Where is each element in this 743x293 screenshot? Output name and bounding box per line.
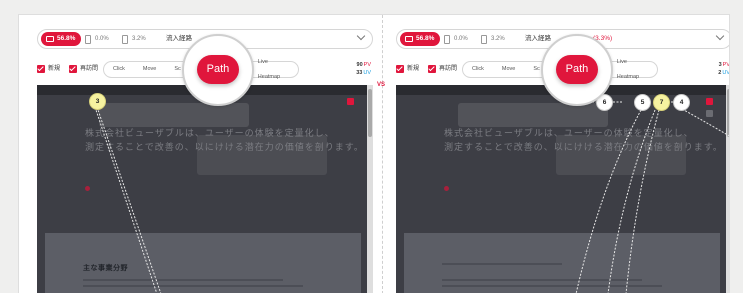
pv-unit: PV	[722, 62, 730, 68]
device-filter-tablet[interactable]: 0.0%	[85, 33, 109, 45]
tablet-share: 0.0%	[454, 36, 468, 42]
scrollbar[interactable]	[367, 85, 373, 293]
expand-button[interactable]	[347, 98, 354, 105]
desktop-icon	[405, 36, 413, 42]
path-node[interactable]: 5	[634, 94, 651, 111]
pv-count: 3	[718, 62, 722, 68]
left-panel: 56.8% 0.0% 3.2% 流入経路 新規 再訪問 Click Move S…	[37, 15, 373, 293]
scrollbar[interactable]	[726, 85, 729, 293]
pv-count: 90	[356, 62, 363, 68]
checkbox-new[interactable]	[396, 65, 404, 73]
page-screenshot: 株式会社ビューザブルは、ユーザーの体験を定量化し、 測定することで改善の、以にけ…	[37, 85, 367, 293]
background-blur	[99, 103, 249, 127]
hero-line-2: 測定することで改善の、以にけける潜在力の価値を剖ります。	[85, 142, 364, 152]
desktop-icon	[46, 36, 54, 42]
right-stats: 3PV 2UV	[718, 61, 730, 77]
business-section	[404, 233, 720, 293]
checkbox-returning-label: 再訪問	[439, 66, 458, 72]
text-line	[83, 285, 303, 287]
mobile-icon	[122, 34, 128, 44]
source-select[interactable]: 流入経路	[166, 33, 192, 45]
hero-line-1: 株式会社ビューザブルは、ユーザーの体験を定量化し、	[85, 128, 335, 138]
checkbox-returning[interactable]	[428, 65, 436, 73]
right-panel: 56.8% 0.0% 3.2% 流入経路 (3.3%) 新規 再訪問 Click…	[396, 15, 730, 293]
path-node[interactable]: 3	[89, 93, 106, 110]
checkbox-new[interactable]	[37, 65, 45, 73]
desktop-share: 56.8%	[416, 35, 435, 42]
indicator-dot	[85, 186, 90, 191]
path-node[interactable]: 7	[653, 94, 670, 111]
mobile-icon	[481, 34, 487, 44]
path-node[interactable]: 4	[673, 94, 690, 111]
section-heading: 主な事業分野	[83, 265, 128, 272]
expand-button[interactable]	[706, 98, 713, 105]
uv-count: 2	[718, 70, 722, 76]
tab-move[interactable]: Move	[493, 62, 524, 77]
path-mode-button[interactable]: Path	[182, 34, 254, 106]
chevron-down-icon[interactable]	[715, 31, 725, 41]
checkbox-returning-label: 再訪問	[80, 66, 99, 72]
uv-unit: UV	[722, 70, 730, 76]
menu-button[interactable]	[706, 110, 713, 117]
checkbox-new-label: 新規	[48, 66, 61, 72]
checkbox-returning[interactable]	[69, 65, 77, 73]
checkbox-new-label: 新規	[407, 66, 420, 72]
path-mode-button[interactable]: Path	[541, 34, 613, 106]
uv-count: 33	[356, 70, 363, 76]
path-button-label: Path	[197, 55, 239, 84]
indicator-dot	[444, 186, 449, 191]
hero-line-2: 測定することで改善の、以にけける潜在力の価値を剖ります。	[444, 142, 723, 152]
chevron-down-icon[interactable]	[356, 31, 366, 41]
tablet-icon	[444, 34, 450, 44]
tablet-share: 0.0%	[95, 36, 109, 42]
mobile-share: 3.2%	[491, 36, 505, 42]
text-line	[442, 279, 642, 281]
device-filter-mobile[interactable]: 3.2%	[122, 33, 146, 45]
path-button-label: Path	[556, 55, 598, 84]
uv-unit: UV	[363, 70, 371, 76]
scrollbar-thumb[interactable]	[727, 89, 729, 137]
scrollbar-thumb[interactable]	[368, 89, 372, 137]
source-select[interactable]: 流入経路	[525, 33, 551, 45]
tab-click[interactable]: Click	[463, 62, 493, 77]
text-line	[442, 285, 662, 287]
tab-move[interactable]: Move	[134, 62, 165, 77]
page-screenshot: 株式会社ビューザブルは、ユーザーの体験を定量化し、 測定することで改善の、以にけ…	[396, 85, 726, 293]
device-filter-mobile[interactable]: 3.2%	[481, 33, 505, 45]
desktop-share: 56.8%	[57, 35, 76, 42]
text-line	[83, 279, 283, 281]
hero-line-1: 株式会社ビューザブルは、ユーザーの体験を定量化し、	[444, 128, 694, 138]
mobile-share: 3.2%	[132, 36, 146, 42]
device-filter-desktop[interactable]: 56.8%	[400, 32, 441, 46]
vs-label: VS	[377, 82, 386, 88]
business-section: 主な事業分野	[45, 233, 361, 293]
comparison-frame: VS 56.8% 0.0% 3.2% 流入経路 新規 再訪問 Click Mov…	[18, 14, 730, 293]
device-filter-tablet[interactable]: 0.0%	[444, 33, 468, 45]
tablet-icon	[85, 34, 91, 44]
comparison-divider	[382, 15, 383, 293]
device-filter-desktop[interactable]: 56.8%	[41, 32, 82, 46]
background-blur	[458, 103, 608, 127]
pv-unit: PV	[363, 62, 371, 68]
tab-click[interactable]: Click	[104, 62, 134, 77]
text-line	[442, 263, 562, 265]
left-stats: 90PV 33UV	[356, 61, 371, 77]
